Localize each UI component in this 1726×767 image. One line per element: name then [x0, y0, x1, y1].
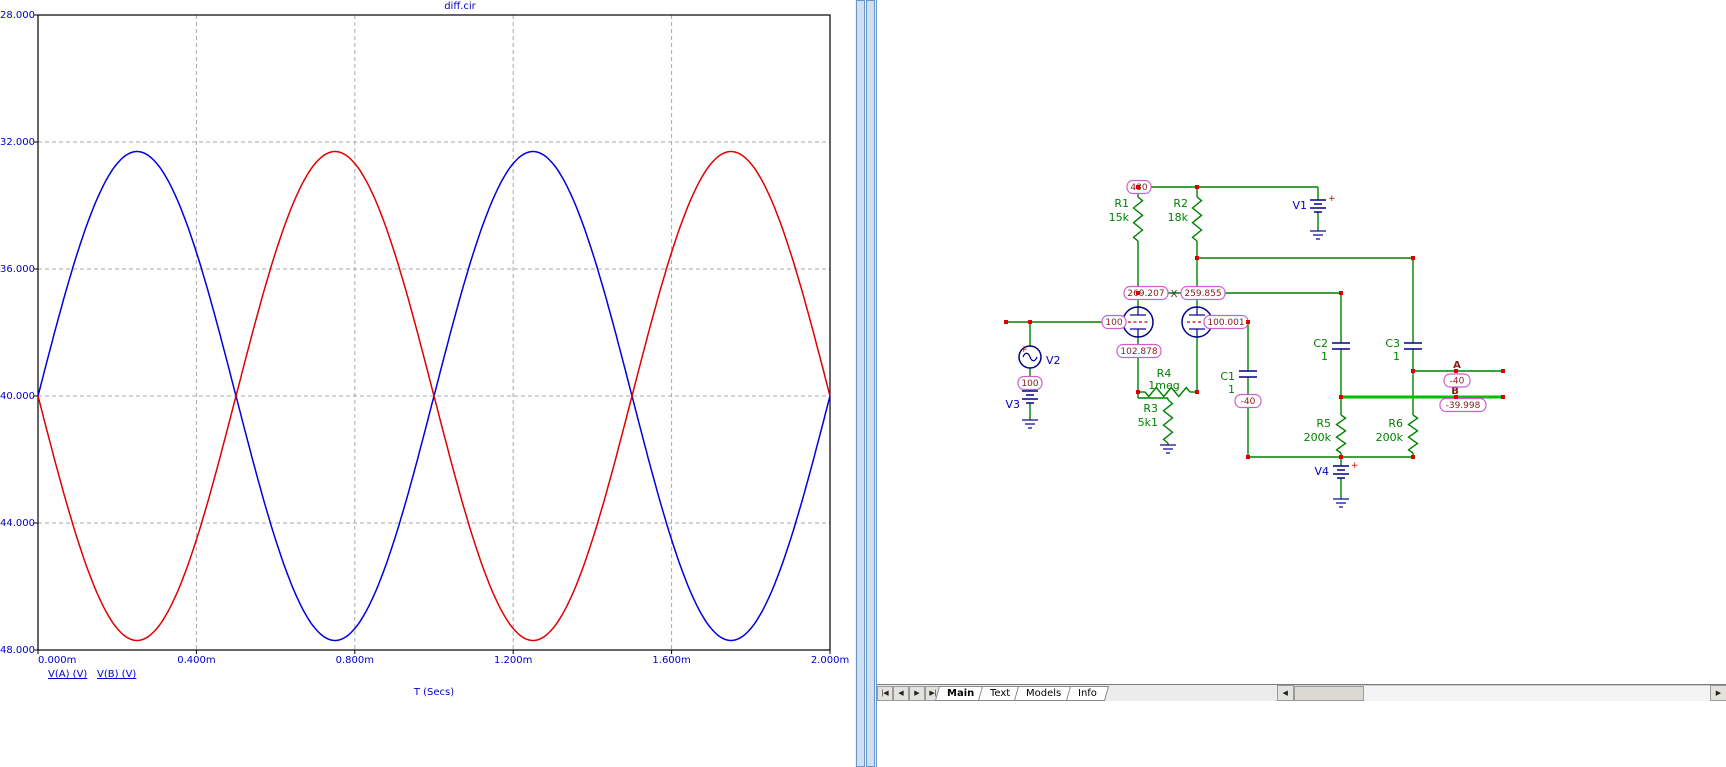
svg-text:C3: C3	[1385, 337, 1400, 350]
splitter-bar-right[interactable]	[866, 0, 875, 767]
ground-icon	[1160, 444, 1176, 454]
horizontal-scrollbar[interactable]: ◀ ▶	[1276, 685, 1726, 701]
svg-text:V1: V1	[1292, 199, 1307, 212]
svg-text:-48.000: -48.000	[0, 645, 35, 656]
svg-text:R5: R5	[1316, 417, 1331, 430]
tube-designator: X	[1171, 289, 1178, 300]
svg-text:1meg: 1meg	[1148, 379, 1179, 392]
svg-text:C1: C1	[1220, 370, 1235, 383]
svg-text:1.600m: 1.600m	[652, 655, 690, 666]
node-value-box: 259.855	[1180, 285, 1226, 301]
svg-text:100.001: 100.001	[1207, 318, 1244, 328]
svg-text:T (Secs): T (Secs)	[413, 687, 454, 698]
first-page-button[interactable]: |◀	[877, 685, 893, 701]
scrollbar-track[interactable]	[1293, 685, 1710, 701]
svg-text:V(B) (V): V(B) (V)	[97, 669, 136, 680]
wires	[1006, 186, 1503, 499]
svg-text:269.207: 269.207	[1127, 289, 1164, 299]
svg-text:-32.000: -32.000	[0, 137, 35, 148]
node-value-box: -40	[1443, 373, 1471, 388]
splitter-bar-left[interactable]	[856, 0, 865, 767]
svg-text:0.400m: 0.400m	[177, 655, 215, 666]
svg-text:2.000m: 2.000m	[811, 655, 849, 666]
svg-text:R6: R6	[1388, 417, 1403, 430]
sheet-tab-models[interactable]: Models	[1014, 685, 1074, 701]
waveform-plot: 0.000m 0.400m 0.800m 1.200m 1.600m 2.000m -28.…	[0, 1, 849, 698]
prev-page-button[interactable]: ◀	[893, 685, 909, 701]
svg-text:V(A) (V): V(A) (V)	[48, 669, 87, 680]
scrollbar-thumb[interactable]	[1293, 686, 1364, 701]
resistor-R4[interactable]: R4 1meg	[1144, 367, 1191, 398]
resistor-R3[interactable]: R3 5k1	[1138, 399, 1174, 444]
svg-text:18k: 18k	[1168, 211, 1189, 224]
panel-splitter[interactable]	[855, 0, 876, 767]
svg-text:1.200m: 1.200m	[494, 655, 532, 666]
svg-text:1: 1	[1321, 350, 1328, 363]
svg-text:-36.000: -36.000	[0, 264, 35, 275]
node-value-box: -40	[1234, 393, 1262, 409]
node-value-box: 269.207	[1123, 285, 1169, 301]
node-value-box: 100	[1101, 314, 1127, 330]
svg-text:-39.998: -39.998	[1446, 401, 1481, 411]
svg-text:102.878: 102.878	[1120, 347, 1157, 357]
sheet-tab-info[interactable]: Info	[1065, 685, 1109, 701]
scroll-left-button[interactable]: ◀	[1276, 685, 1294, 701]
svg-text:R2: R2	[1173, 197, 1188, 210]
plus-sign: +	[1351, 461, 1359, 471]
tube-left[interactable]	[1122, 306, 1154, 338]
ground-icon	[1333, 498, 1349, 508]
node-value-box: 100.001	[1203, 314, 1249, 330]
svg-text:C2: C2	[1313, 337, 1328, 350]
node-value-box: -39.998	[1439, 397, 1487, 413]
svg-text:V4: V4	[1314, 465, 1329, 478]
svg-text:200k: 200k	[1304, 431, 1332, 444]
svg-text:200k: 200k	[1376, 431, 1404, 444]
svg-text:-40: -40	[1241, 397, 1256, 407]
capacitor-C2[interactable]: C2 1	[1313, 337, 1350, 363]
part-ref: R1	[1114, 197, 1129, 210]
svg-text:1: 1	[1228, 383, 1235, 396]
battery-V4[interactable]: + V4	[1314, 461, 1359, 479]
resistor-R5[interactable]: R5 200k	[1304, 414, 1347, 454]
node-value-box: 100	[1017, 375, 1043, 391]
plus-sign: +	[1020, 345, 1028, 355]
schematic-canvas[interactable]: R1 15k R2 18k R3 5k1 R4 1meg R5 200k R6 …	[877, 0, 1726, 684]
svg-text:0.000m: 0.000m	[38, 655, 76, 666]
resistor-R2[interactable]: R2 18k	[1168, 196, 1203, 242]
svg-text:259.855: 259.855	[1184, 289, 1221, 299]
plus-sign: +	[1328, 194, 1336, 204]
svg-text:diff.cir: diff.cir	[444, 1, 476, 12]
capacitor-C3[interactable]: C3 1	[1385, 337, 1422, 363]
next-page-button[interactable]: ▶	[909, 685, 925, 701]
svg-text:1: 1	[1393, 350, 1400, 363]
svg-text:100: 100	[1105, 318, 1122, 328]
ground-icon	[1310, 230, 1326, 240]
svg-text:V3: V3	[1005, 398, 1020, 411]
resistor-R6[interactable]: R6 200k	[1376, 414, 1419, 454]
node-value-box: 102.878	[1116, 343, 1162, 359]
svg-text:-40: -40	[1450, 377, 1465, 387]
svg-text:-40.000: -40.000	[0, 391, 35, 402]
svg-text:0.800m: 0.800m	[336, 655, 374, 666]
resistor-R1[interactable]: R1 15k	[1109, 196, 1144, 242]
sheet-tab-bar: |◀ ◀ ▶ ▶| Main Text Models Info ◀ ▶	[877, 684, 1726, 701]
capacitor-C1[interactable]: C1 1	[1220, 370, 1257, 396]
svg-text:100: 100	[1021, 379, 1038, 389]
sine-source-V2[interactable]: + V2	[1018, 345, 1061, 369]
scroll-right-button[interactable]: ▶	[1710, 685, 1726, 701]
svg-text:-44.000: -44.000	[0, 518, 35, 529]
svg-text:-28.000: -28.000	[0, 10, 35, 21]
battery-V1[interactable]: + V1	[1292, 194, 1336, 213]
battery-V3[interactable]: V3	[1005, 390, 1038, 411]
ground-icon	[1022, 419, 1038, 429]
svg-text:V2: V2	[1046, 354, 1061, 367]
schematic-panel: R1 15k R2 18k R3 5k1 R4 1meg R5 200k R6 …	[876, 0, 1726, 767]
waveform-plot-panel: 0.000m 0.400m 0.800m 1.200m 1.600m 2.000m -28.…	[0, 0, 855, 767]
svg-text:R3: R3	[1143, 402, 1158, 415]
part-value: 15k	[1109, 211, 1130, 224]
svg-text:5k1: 5k1	[1138, 416, 1158, 429]
